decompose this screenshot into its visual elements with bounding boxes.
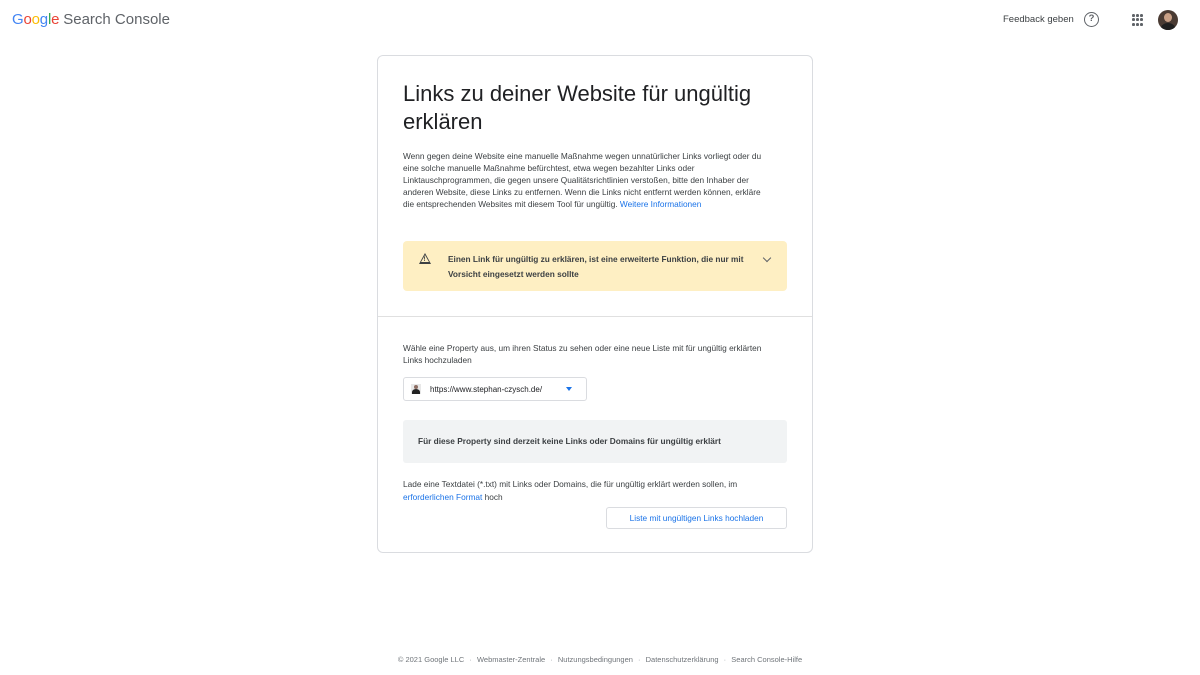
warning-banner: Einen Link für ungültig zu erklären, ist…: [403, 241, 787, 291]
footer-link-webmaster[interactable]: Webmaster-Zentrale: [477, 655, 545, 664]
learn-more-link[interactable]: Weitere Informationen: [620, 199, 701, 209]
footer-separator: ·: [550, 655, 553, 664]
product-name: Search Console: [63, 11, 170, 28]
required-format-link[interactable]: erforderlichen Format: [403, 492, 482, 502]
upload-instructions: Lade eine Textdatei (*.txt) mit Links od…: [403, 478, 783, 503]
footer-link-terms[interactable]: Nutzungsbedingungen: [558, 655, 633, 664]
footer-link-help[interactable]: Search Console-Hilfe: [731, 655, 802, 664]
top-bar: Google Search Console Feedback geben ?: [0, 0, 1200, 40]
disavow-card: Links zu deiner Website für ungültig erk…: [377, 55, 813, 553]
property-select-value: https://www.stephan-czysch.de/: [430, 385, 543, 394]
intro-body: Wenn gegen deine Website eine manuelle M…: [403, 151, 762, 210]
help-icon[interactable]: ?: [1084, 12, 1099, 27]
property-prompt: Wähle eine Property aus, um ihren Status…: [403, 343, 762, 366]
footer-separator: ·: [469, 655, 472, 664]
footer: © 2021 Google LLC · Webmaster-Zentrale ·…: [0, 655, 1200, 664]
warning-text: Einen Link für ungültig zu erklären, ist…: [448, 254, 744, 279]
warning-triangle-icon: [419, 253, 431, 264]
dropdown-caret-icon: [566, 387, 572, 391]
upload-disavow-list-button[interactable]: Liste mit ungültigen Links hochladen: [606, 507, 787, 529]
upload-text-before: Lade eine Textdatei (*.txt) mit Links od…: [403, 479, 738, 489]
google-wordmark: Google: [12, 11, 60, 28]
footer-copyright: © 2021 Google LLC: [397, 655, 465, 664]
chevron-down-icon[interactable]: [762, 253, 772, 263]
site-favicon-icon: [411, 384, 421, 394]
footer-separator: ·: [723, 655, 727, 664]
empty-state-text: Für diese Property sind derzeit keine Li…: [418, 436, 721, 446]
intro-text: Wenn gegen deine Website eine manuelle M…: [403, 150, 773, 210]
upload-text-after: hoch: [482, 491, 503, 502]
page-title: Links zu deiner Website für ungültig erk…: [403, 81, 752, 134]
property-select[interactable]: https://www.stephan-czysch.de/: [403, 377, 587, 401]
footer-link-privacy[interactable]: Datenschutzerklärung: [646, 655, 719, 664]
feedback-link[interactable]: Feedback geben: [1003, 14, 1074, 25]
empty-state-box: Für diese Property sind derzeit keine Li…: [403, 420, 787, 463]
search-console-logo[interactable]: Google Search Console: [12, 11, 170, 28]
footer-separator: ·: [638, 655, 641, 664]
card-header-section: Links zu deiner Website für ungültig erk…: [378, 56, 812, 317]
apps-grid-icon[interactable]: [1132, 14, 1144, 26]
account-avatar[interactable]: [1158, 10, 1178, 30]
